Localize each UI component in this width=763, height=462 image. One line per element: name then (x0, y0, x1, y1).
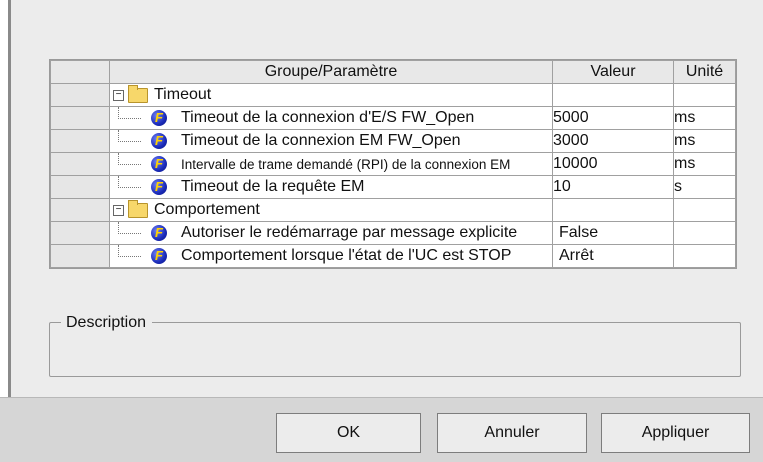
parameter-icon (151, 156, 167, 172)
param-unit-cell: ms (673, 152, 736, 176)
param-value-cell[interactable]: 10000 (552, 152, 674, 176)
tree-connector (118, 245, 141, 257)
group-label: Comportement (154, 201, 260, 218)
row-header-corner (50, 60, 110, 84)
table-row[interactable]: Intervalle de trame demandé (RPI) de la … (50, 152, 736, 176)
row-header[interactable] (50, 106, 110, 130)
param-unit-cell: ms (673, 129, 736, 153)
cancel-button[interactable]: Annuler (437, 413, 587, 453)
description-label: Description (61, 314, 153, 332)
param-value-cell[interactable]: Arrêt (552, 244, 674, 268)
parameter-icon (151, 133, 167, 149)
apply-button[interactable]: Appliquer (601, 413, 750, 453)
folder-icon (128, 199, 148, 218)
param-unit-cell (673, 244, 736, 268)
row-header[interactable] (50, 244, 110, 268)
param-name: Comportement lorsque l'état de l'UC est … (181, 247, 512, 264)
param-name: Timeout de la connexion EM FW_Open (181, 132, 461, 149)
grid-header-row: Groupe/Paramètre Valeur Unité (50, 60, 736, 84)
ok-button[interactable]: OK (276, 413, 421, 453)
parameter-icon (151, 225, 167, 241)
table-row[interactable]: Comportement lorsque l'état de l'UC est … (50, 244, 736, 268)
parameter-icon (151, 110, 167, 126)
tree-connector (118, 176, 141, 188)
param-value-cell[interactable]: 10 (552, 175, 674, 199)
row-header[interactable] (50, 198, 110, 222)
tree-connector (118, 130, 141, 142)
column-header-name[interactable]: Groupe/Paramètre (109, 60, 553, 84)
row-header[interactable] (50, 152, 110, 176)
group-row-timeout[interactable]: − Timeout (50, 83, 736, 107)
param-unit-cell: s (673, 175, 736, 199)
column-header-value[interactable]: Valeur (552, 60, 674, 84)
param-name: Intervalle de trame demandé (RPI) de la … (181, 156, 511, 172)
table-row[interactable]: Timeout de la connexion d'E/S FW_Open 50… (50, 106, 736, 130)
column-header-unit[interactable]: Unité (673, 60, 736, 84)
group-label: Timeout (154, 86, 212, 103)
param-value-cell[interactable]: 5000 (552, 106, 674, 130)
param-name: Timeout de la requête EM (181, 178, 365, 195)
param-unit-cell: ms (673, 106, 736, 130)
param-name: Autoriser le redémarrage par message exp… (181, 224, 518, 241)
table-row[interactable]: Timeout de la connexion EM FW_Open 3000 … (50, 129, 736, 153)
param-value-cell[interactable]: False (552, 221, 674, 245)
collapse-toggle-icon[interactable]: − (113, 204, 124, 216)
param-name: Timeout de la connexion d'E/S FW_Open (181, 109, 475, 126)
parameter-icon (151, 248, 167, 264)
collapse-toggle-icon[interactable]: − (113, 89, 124, 101)
tree-connector (118, 222, 141, 234)
parameter-icon (151, 179, 167, 195)
folder-icon (128, 84, 148, 103)
description-box (49, 322, 741, 377)
table-row[interactable]: Autoriser le redémarrage par message exp… (50, 221, 736, 245)
group-row-comportement[interactable]: − Comportement (50, 198, 736, 222)
row-header[interactable] (50, 175, 110, 199)
tree-connector (118, 153, 141, 165)
row-header[interactable] (50, 221, 110, 245)
row-header[interactable] (50, 129, 110, 153)
table-row[interactable]: Timeout de la requête EM 10 s (50, 175, 736, 199)
param-unit-cell (673, 221, 736, 245)
tree-connector (118, 107, 141, 119)
row-header[interactable] (50, 83, 110, 107)
param-value-cell[interactable]: 3000 (552, 129, 674, 153)
parameter-grid: Groupe/Paramètre Valeur Unité − Timeout … (49, 59, 737, 269)
